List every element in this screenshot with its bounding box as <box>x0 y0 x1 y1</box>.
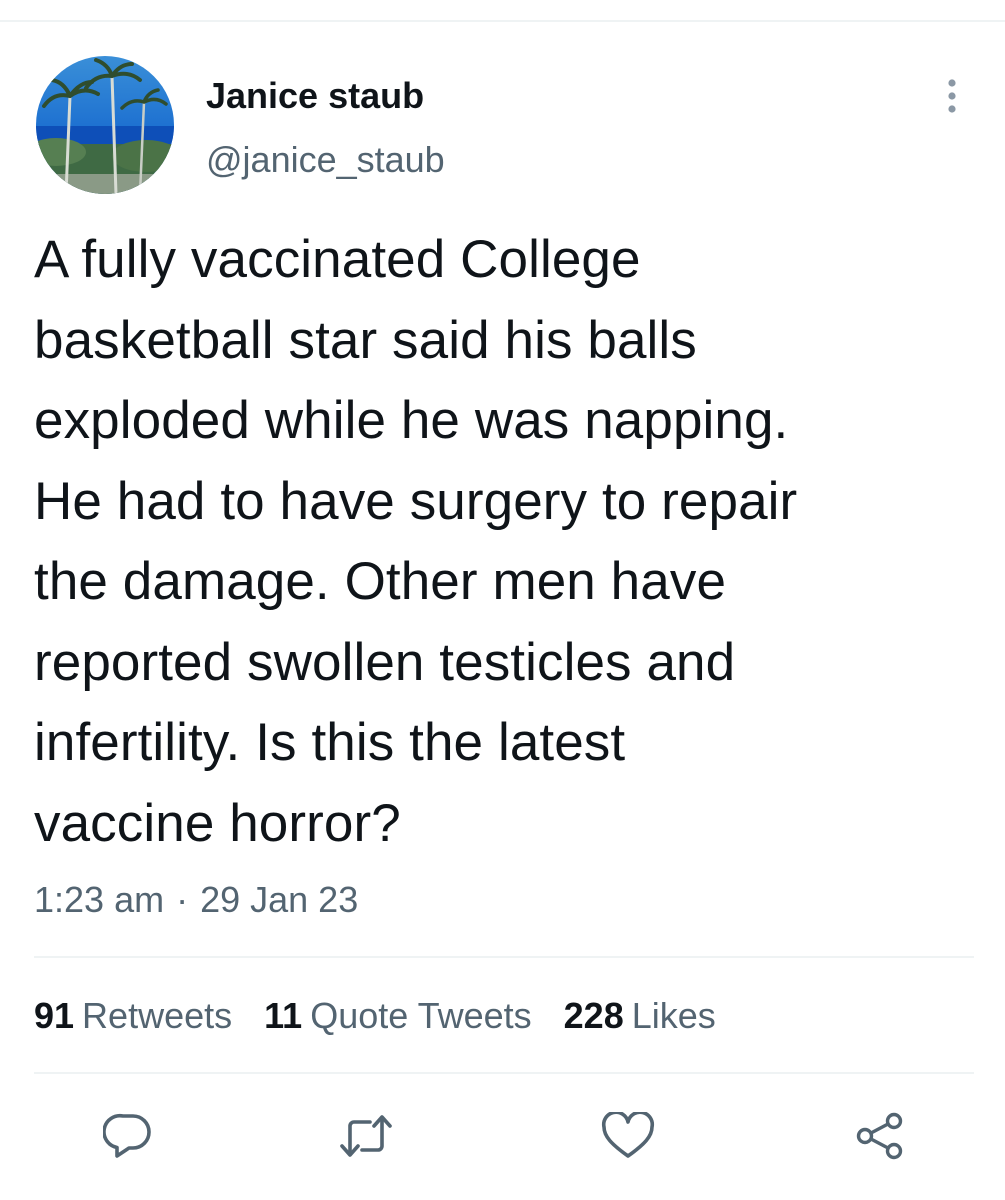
tweet-timestamp[interactable]: 1:23 am · 29 Jan 23 <box>34 876 358 924</box>
quote-tweets-label: Quote Tweets <box>310 995 532 1036</box>
retweets-label: Retweets <box>82 995 233 1036</box>
author-handle[interactable]: @janice_staub <box>206 138 445 182</box>
quote-tweets-count: 11 <box>264 995 303 1036</box>
heart-icon <box>601 1112 655 1158</box>
likes-label: Likes <box>631 995 716 1036</box>
reply-icon <box>103 1113 151 1158</box>
likes-stat[interactable]: 228 Likes <box>564 992 716 1040</box>
like-button[interactable] <box>598 1106 658 1166</box>
reply-button[interactable] <box>98 1106 158 1166</box>
share-button[interactable] <box>850 1106 910 1166</box>
retweets-count: 91 <box>34 995 75 1036</box>
quote-tweets-stat[interactable]: 11 Quote Tweets <box>264 992 532 1040</box>
stats-top-divider <box>34 956 974 958</box>
share-icon <box>856 1112 903 1160</box>
top-divider <box>0 20 1005 22</box>
tweet-text: A fully vaccinated College basketball st… <box>34 230 798 853</box>
retweets-stat[interactable]: 91 Retweets <box>34 992 232 1040</box>
stats-bottom-divider <box>34 1072 974 1074</box>
engagement-stats: 91 Retweets 11 Quote Tweets 228 Likes <box>34 992 716 1040</box>
avatar-palm-trees-image <box>36 56 174 194</box>
more-vertical-icon <box>948 79 956 113</box>
tweet-date[interactable]: 29 Jan 23 <box>200 879 358 920</box>
avatar[interactable] <box>36 56 174 194</box>
likes-count: 228 <box>563 995 624 1036</box>
retweet-button[interactable] <box>336 1106 396 1166</box>
timestamp-separator: · <box>176 879 189 920</box>
retweet-icon <box>340 1115 392 1157</box>
tweet-time[interactable]: 1:23 am <box>34 879 164 920</box>
author-display-name[interactable]: Janice staub <box>206 74 424 118</box>
more-options-button[interactable] <box>930 74 974 118</box>
tweet-actions <box>0 1106 1005 1166</box>
